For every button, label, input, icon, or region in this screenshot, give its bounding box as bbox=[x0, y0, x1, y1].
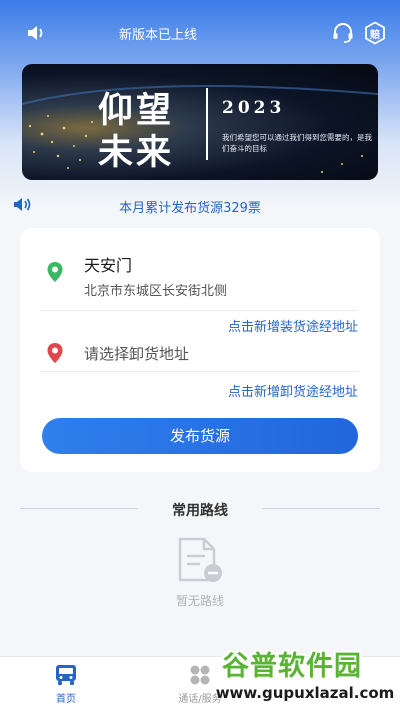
route-card: 天安门 北京市东城区长安街北侧 点击新增装货途经地址 请选择卸货地址 点击新增卸… bbox=[20, 228, 380, 472]
badge-label: 赔 bbox=[370, 30, 380, 41]
banner-divider bbox=[206, 88, 208, 160]
nav-home-label: 首页 bbox=[56, 694, 76, 705]
compensation-badge-icon[interactable]: 赔 bbox=[363, 21, 387, 45]
empty-routes-text: 暂无路线 bbox=[175, 594, 224, 608]
publish-cargo-button[interactable]: 发布货源 bbox=[42, 418, 358, 454]
banner-headline-2: 未来 bbox=[98, 132, 175, 173]
unload-location-pin-icon bbox=[47, 343, 63, 363]
divider bbox=[40, 310, 358, 311]
load-location-name[interactable]: 天安门 bbox=[84, 252, 132, 276]
grid-icon bbox=[190, 665, 210, 685]
truck-icon bbox=[56, 665, 76, 685]
top-bar: 新版本已上线 赔 bbox=[0, 18, 400, 48]
load-location-pin-icon bbox=[47, 262, 63, 282]
customer-service-icon[interactable] bbox=[331, 21, 355, 45]
section-divider-right bbox=[262, 508, 380, 509]
banner-year: 2023 bbox=[222, 98, 286, 118]
notice-bar: 本月累计发布货源329票 bbox=[0, 194, 400, 216]
banner-subtitle: 我们希望您可以通过我们得到您需要的，是我们奋斗的目标 bbox=[222, 133, 372, 153]
monthly-stats-text: 本月累计发布货源329票 bbox=[119, 201, 261, 216]
promo-banner[interactable]: 仰望 未来 2023 我们希望您可以通过我们得到您需要的，是我们奋斗的目标 bbox=[22, 64, 378, 180]
unload-address-selector[interactable]: 请选择卸货地址 bbox=[84, 343, 189, 364]
nav-home[interactable]: 首页 bbox=[26, 657, 106, 711]
add-unload-waypoint-link[interactable]: 点击新增卸货途经地址 bbox=[228, 381, 358, 400]
update-announcement[interactable]: 新版本已上线 bbox=[0, 24, 316, 43]
earth-night-image bbox=[22, 85, 378, 173]
add-load-waypoint-link[interactable]: 点击新增装货途经地址 bbox=[228, 316, 358, 335]
divider bbox=[40, 371, 358, 372]
watermark: 谷普软件园 www.gupuxlazal.com bbox=[214, 644, 396, 710]
load-location-address[interactable]: 北京市东城区长安街北侧 bbox=[84, 280, 227, 299]
watermark-title: 谷普软件园 bbox=[222, 651, 362, 682]
watermark-url: www.gupuxlazal.com bbox=[215, 684, 395, 702]
empty-document-icon bbox=[178, 537, 222, 582]
common-routes-title: 常用路线 bbox=[172, 503, 228, 519]
